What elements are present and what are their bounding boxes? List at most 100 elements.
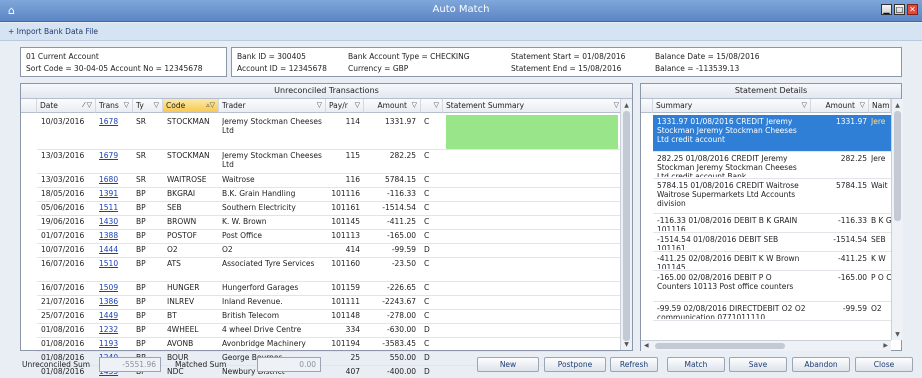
column-header-trans[interactable]: Trans ▽ [96, 99, 133, 113]
statement-row[interactable]: -165.00 02/08/2016 DEBIT P O Counters 10… [653, 271, 891, 301]
table-row[interactable]: 18/05/2016 1391 BP BKGRAI B.K. Grain Handlin… [21, 187, 620, 201]
table-row[interactable]: 01/08/2016 1193 BP AVONB Avonbridge Machiner… [21, 337, 620, 351]
table-row[interactable]: 25/07/2016 1449 BP BT British Telecom 101148 -… [21, 309, 620, 323]
unreconciled-scrollbar[interactable]: ▲ ▼ [620, 99, 632, 350]
column-header-dc[interactable]: ▽ [421, 99, 443, 113]
scroll-up-icon[interactable]: ▲ [622, 101, 631, 110]
cell-trans[interactable]: 1444 [99, 245, 131, 257]
close-window-button[interactable]: ✕ [907, 4, 918, 15]
filter-icon[interactable]: ▽ [802, 99, 807, 112]
column-header-date[interactable]: Date ⁄ ▽ [37, 99, 96, 113]
table-row[interactable]: 16/07/2016 1510 BP ATS Associated Tyre Servi… [21, 257, 620, 281]
sort-filter-icon[interactable]: ▵▽ [206, 99, 215, 112]
cell-trans[interactable]: 1680 [99, 175, 131, 187]
scroll-down-icon[interactable]: ▼ [622, 340, 631, 349]
column-header-type[interactable]: Ty ▽ [133, 99, 163, 113]
filter-icon[interactable]: ▽ [412, 99, 417, 112]
cell-date: 19/06/2016 [41, 217, 85, 226]
cell-payr: 101145 [331, 217, 360, 226]
table-row[interactable]: 13/03/2016 1679 SR STOCKMAN Jeremy Stockman … [21, 149, 620, 173]
cell-amount: -2243.67 [382, 297, 416, 306]
cell-payr: 414 [345, 245, 360, 254]
statement-row[interactable]: 5784.15 01/08/2016 CREDIT Waitrose Waitr… [653, 179, 891, 213]
cell-trans[interactable]: 1388 [99, 231, 131, 243]
cell-type: BP [136, 259, 146, 268]
new-button[interactable]: New [477, 357, 539, 372]
table-row[interactable]: 05/06/2016 1511 BP SEB Southern Electricity 1… [21, 201, 620, 215]
filter-icon[interactable]: ▽ [860, 99, 865, 112]
cell-code: STOCKMAN [167, 151, 210, 160]
cell-dc: C [424, 203, 430, 212]
table-row[interactable]: 10/03/2016 1678 SR STOCKMAN Jeremy Stockman … [21, 115, 620, 149]
statement-scrollbar[interactable]: ▲ ▼ [891, 99, 903, 340]
cell-trans[interactable]: 1391 [99, 189, 131, 201]
filter-icon[interactable]: ▽ [355, 99, 360, 112]
column-header-code[interactable]: Code ▵▽ [163, 99, 219, 113]
cell-name: B K G [871, 216, 891, 225]
column-header-name[interactable]: Nam [869, 99, 891, 113]
cell-amount: -116.33 [838, 216, 867, 225]
scroll-left-icon[interactable]: ◀ [644, 342, 649, 349]
statement-row[interactable]: -116.33 01/08/2016 DEBIT B K GRAIN 10111… [653, 214, 891, 232]
cell-dc: C [424, 339, 430, 348]
column-header-stmt-amount[interactable]: Amount ▽ [811, 99, 869, 113]
column-header-amount[interactable]: Amount ▽ [364, 99, 421, 113]
matched-sum-field: 0.00 [257, 357, 321, 372]
table-row[interactable]: 16/07/2016 1509 BP HUNGER Hungerford Garages… [21, 281, 620, 295]
scrollbar-thumb[interactable] [894, 111, 901, 221]
cell-amount: -411.25 [838, 254, 867, 263]
abandon-button[interactable]: Abandon [792, 357, 850, 372]
table-row[interactable]: 19/06/2016 1430 BP BROWN K. W. Brown 101145 -4… [21, 215, 620, 229]
scroll-right-icon[interactable]: ▶ [883, 342, 888, 349]
table-row[interactable]: 21/07/2016 1386 BP INLREV Inland Revenue. 101… [21, 295, 620, 309]
column-header-summary[interactable]: Summary ▽ [653, 99, 811, 113]
cell-summary: -116.33 01/08/2016 DEBIT B K GRAIN 10111… [657, 216, 798, 231]
column-header-trader[interactable]: Trader ▽ [219, 99, 326, 113]
currency: Currency = GBP [348, 64, 409, 73]
sort-filter-icon[interactable]: ⁄ ▽ [83, 99, 92, 112]
statement-row[interactable]: -1514.54 01/08/2016 DEBIT SEB 101161 -151… [653, 233, 891, 251]
save-button[interactable]: Save [729, 357, 787, 372]
unreconciled-sum-field: -5551.96 [99, 357, 161, 372]
cell-trans[interactable]: 1678 [99, 117, 131, 139]
scroll-down-icon[interactable]: ▼ [893, 330, 902, 339]
scrollbar-thumb[interactable] [655, 343, 785, 349]
column-header-payr[interactable]: Pay/r ▽ [326, 99, 364, 113]
maximize-button[interactable]: □ [894, 4, 905, 15]
table-row[interactable]: 01/07/2016 1388 BP POSTOF Post Office 101113 -… [21, 229, 620, 243]
statement-row[interactable]: 282.25 01/08/2016 CREDIT Jeremy Stockman… [653, 152, 891, 178]
scroll-up-icon[interactable]: ▲ [893, 101, 902, 110]
statement-row[interactable]: -411.25 02/08/2016 DEBIT K W Brown 10114… [653, 252, 891, 270]
table-row[interactable]: 01/08/2016 1232 BP 4WHEEL 4 wheel Drive Cent… [21, 323, 620, 337]
statement-row[interactable]: 1331.97 01/08/2016 CREDIT Jeremy Stockma… [653, 115, 891, 151]
statement-hscrollbar[interactable]: ◀ ▶ [641, 340, 891, 351]
minimize-button[interactable]: ▁ [881, 4, 892, 15]
account-info-box: 01 Current Account Sort Code = 30-04-05 … [20, 47, 227, 77]
cell-payr: 101111 [331, 297, 360, 306]
cell-trans[interactable]: 1386 [99, 297, 131, 309]
import-bank-data-link[interactable]: + Import Bank Data File [8, 27, 98, 36]
close-button[interactable]: Close [855, 357, 913, 372]
cell-date: 13/03/2016 [41, 151, 85, 160]
filter-icon[interactable]: ▽ [124, 99, 129, 112]
scrollbar-thumb[interactable] [623, 111, 630, 341]
column-header-statement-summary[interactable]: Statement Summary ▽ [443, 99, 623, 113]
cell-trans[interactable]: 1193 [99, 339, 131, 351]
cell-trans[interactable]: 1430 [99, 217, 131, 229]
statement-row[interactable]: -99.59 02/08/2016 DIRECTDEBIT O2 O2 comm… [653, 302, 891, 320]
cell-trans[interactable]: 1511 [99, 203, 131, 215]
filter-icon[interactable]: ▽ [317, 99, 322, 112]
match-button[interactable]: Match [667, 357, 725, 372]
cell-trans[interactable]: 1449 [99, 311, 131, 323]
cell-trans[interactable]: 1510 [99, 259, 131, 281]
filter-icon[interactable]: ▽ [614, 99, 619, 112]
filter-icon[interactable]: ▽ [434, 99, 439, 112]
cell-trans[interactable]: 1509 [99, 283, 131, 295]
cell-trans[interactable]: 1679 [99, 151, 131, 173]
cell-trans[interactable]: 1232 [99, 325, 131, 337]
postpone-button[interactable]: Postpone [544, 357, 606, 372]
table-row[interactable]: 10/07/2016 1444 BP O2 O2 414 -99.59 D [21, 243, 620, 257]
refresh-button[interactable]: Refresh [610, 357, 658, 372]
filter-icon[interactable]: ▽ [154, 99, 159, 112]
table-row[interactable]: 13/03/2016 1680 SR WAITROSE Waitrose 116 5784.… [21, 173, 620, 187]
